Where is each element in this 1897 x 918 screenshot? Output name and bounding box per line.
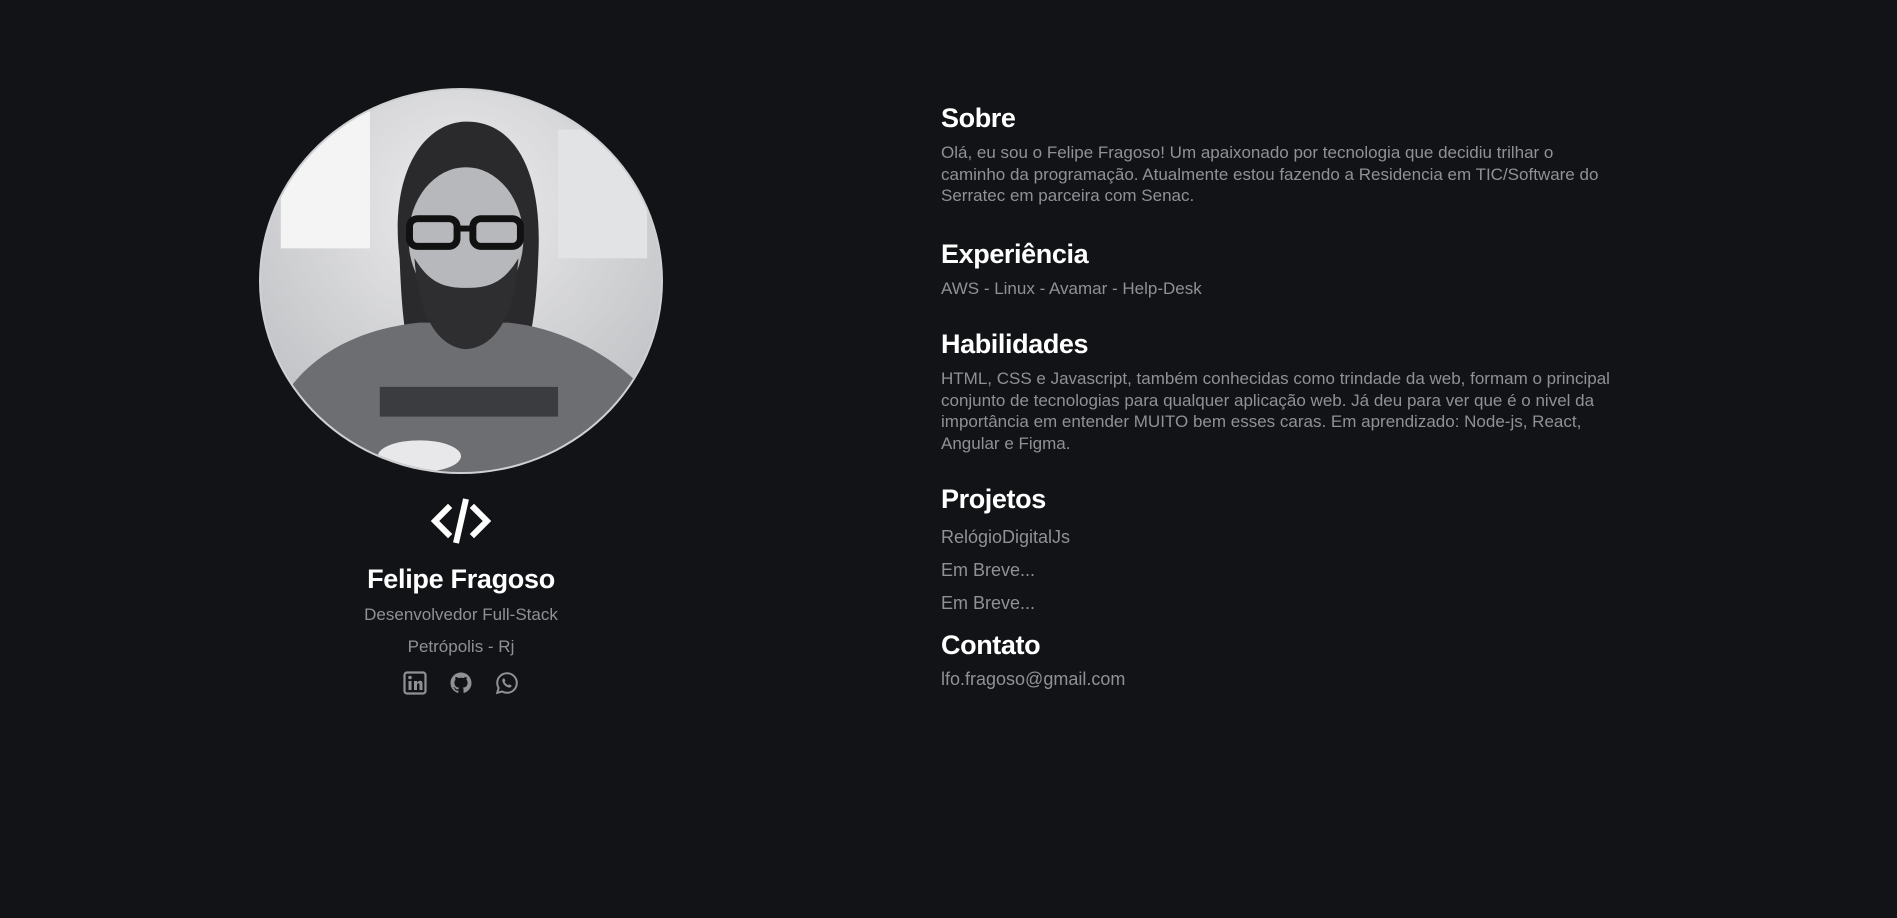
experience-title: Experiência — [941, 238, 1089, 269]
social-links — [403, 671, 519, 695]
project-link[interactable]: Em Breve... — [941, 554, 1611, 587]
code-brackets-icon — [430, 496, 492, 546]
project-link[interactable]: RelógioDigitalJs — [941, 521, 1611, 554]
projects-section: Projetos RelógioDigitalJs Em Breve... Em… — [941, 484, 1611, 620]
skills-section: Habilidades HTML, CSS e Javascript, tamb… — [941, 329, 1611, 454]
github-icon[interactable] — [449, 671, 473, 695]
linkedin-icon[interactable] — [403, 671, 427, 695]
about-section: Sobre Olá, eu sou o Felipe Fragoso! Um a… — [941, 103, 1611, 207]
experience-text: AWS - Linux - Avamar - Help-Desk — [941, 278, 1202, 298]
about-title: Sobre — [941, 103, 1016, 133]
profile-location: Petrópolis - Rj — [407, 637, 515, 656]
profile-card: Felipe Fragoso Desenvolvedor Full-Stack … — [211, 88, 711, 695]
portfolio-page: Felipe Fragoso Desenvolvedor Full-Stack … — [0, 0, 1897, 918]
contact-section: Contato lfo.fragoso@gmail.com — [941, 630, 1611, 690]
skills-title: Habilidades — [941, 329, 1089, 359]
contact-email-link[interactable]: lfo.fragoso@gmail.com — [941, 669, 1125, 689]
about-text: Olá, eu sou o Felipe Fragoso! Um apaixon… — [941, 143, 1599, 205]
experience-section: Experiência AWS - Linux - Avamar - Help-… — [941, 239, 1611, 300]
profile-name: Felipe Fragoso — [367, 564, 555, 594]
profile-photo — [259, 88, 663, 474]
whatsapp-icon[interactable] — [495, 671, 519, 695]
projects-list: RelógioDigitalJs Em Breve... Em Breve... — [941, 521, 1611, 620]
project-link[interactable]: Em Breve... — [941, 587, 1611, 620]
main-content: Sobre Olá, eu sou o Felipe Fragoso! Um a… — [941, 103, 1611, 716]
skills-text: HTML, CSS e Javascript, também conhecida… — [941, 369, 1610, 453]
projects-title: Projetos — [941, 484, 1046, 514]
contact-title: Contato — [941, 630, 1041, 660]
profile-role: Desenvolvedor Full-Stack — [364, 605, 558, 624]
